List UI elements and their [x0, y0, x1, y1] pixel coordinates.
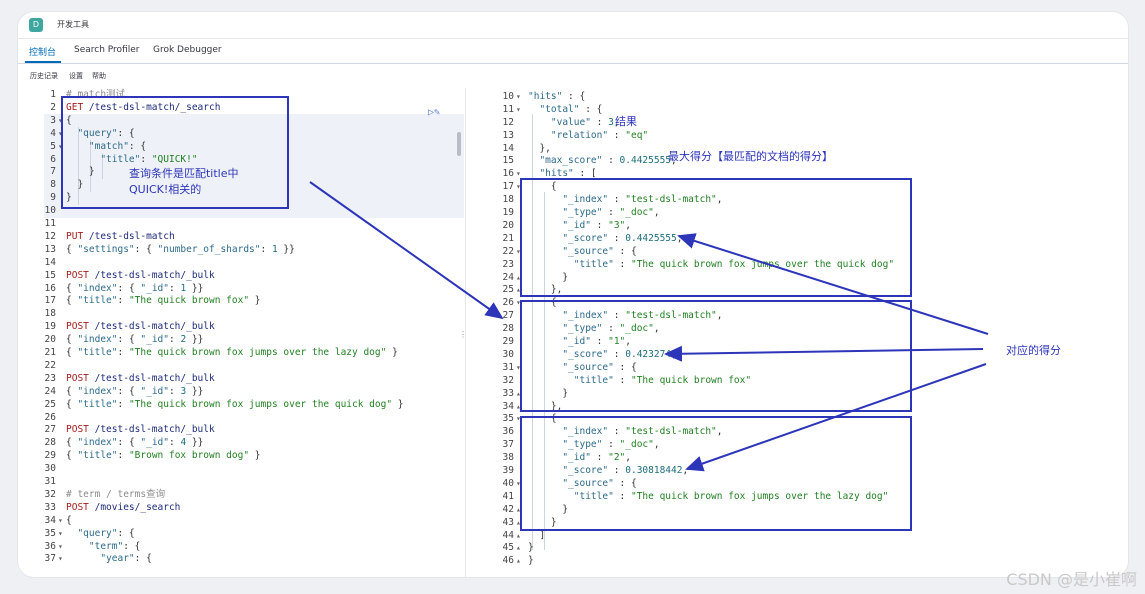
score-arrow-2 — [664, 345, 984, 362]
watermark: CSDN @是小崔啊 — [1006, 570, 1137, 589]
score-note: 对应的得分 — [1006, 344, 1061, 357]
query-note-line1: 查询条件是匹配title中 — [129, 167, 239, 180]
annotation-overlay — [61, 96, 989, 531]
hit-box-2 — [520, 300, 912, 412]
hit-box-1 — [520, 178, 912, 297]
app-window: D 开发工具 控制台 Search Profiler Grok Debugger… — [18, 12, 1128, 577]
max-score-note: 最大得分【最匹配的文档的得分】 — [668, 150, 833, 163]
hit-box-3 — [520, 416, 912, 531]
query-note: 查询条件是匹配title中 QUICK!相关的 — [129, 166, 239, 198]
query-note-line2: QUICK!相关的 — [129, 183, 202, 196]
query-to-results-arrow — [309, 181, 504, 320]
total-note: 结果 — [615, 115, 637, 128]
score-arrow-1 — [677, 233, 989, 335]
